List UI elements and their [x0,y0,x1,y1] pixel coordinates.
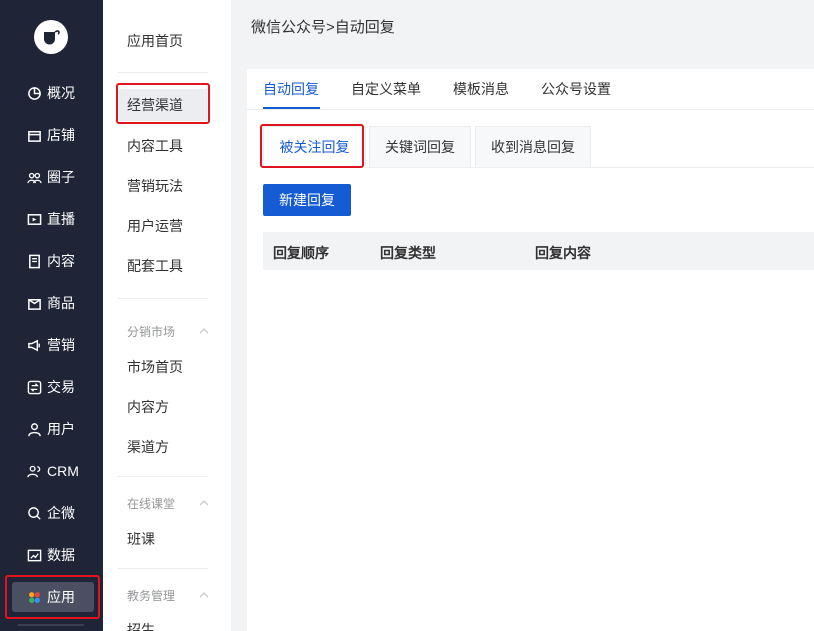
nav-item-label: 应用 [47,589,75,605]
sub-item-marketing-play[interactable]: 营销玩法 [127,176,183,196]
nav-item-label: 商品 [47,295,75,311]
sub-item-market-home[interactable]: 市场首页 [127,357,183,377]
nav-item-label: 数据 [47,547,75,563]
nav-item-label: 店铺 [47,127,75,143]
sub-item-support-tools[interactable]: 配套工具 [127,256,183,276]
group-label: 分销市场 [127,325,176,339]
nav-item-label: 营销 [47,337,75,353]
column-header-content: 回复内容 [535,245,591,261]
sub-divider [118,72,208,73]
chevron-up-icon [199,325,209,339]
megaphone-icon [26,337,42,353]
active-tab-indicator [263,107,320,109]
live-icon [26,211,42,227]
subtab-keyword-reply[interactable]: 关键词回复 [369,126,471,168]
group-edu-admin[interactable]: 教务管理 [127,587,209,604]
breadcrumb: 微信公众号>自动回复 [251,19,395,36]
tab-custom-menu[interactable]: 自定义菜单 [351,79,421,99]
nav-item-label: 用户 [47,421,75,437]
document-icon [26,253,42,269]
sub-item-user-ops[interactable]: 用户运营 [127,216,183,236]
chevron-up-icon [199,497,209,511]
nav-item-label: CRM [47,463,79,479]
chart-pie-icon [26,85,42,101]
sub-divider [118,568,208,569]
nav-item-overview[interactable]: 概况 [12,78,94,108]
nav-item-live[interactable]: 直播 [12,204,94,234]
nav-item-label: 交易 [47,379,75,395]
nav-item-label: 圈子 [47,169,75,185]
group-icon [26,169,42,185]
main-card: 自动回复 自定义菜单 模板消息 公众号设置 被关注回复 关键词回复 收到消息回复… [247,69,814,631]
subtab-message-reply[interactable]: 收到消息回复 [475,126,591,168]
tab-template-message[interactable]: 模板消息 [453,79,509,99]
column-header-type: 回复类型 [380,245,436,261]
apps-icon [26,589,42,605]
nav-item-label: 概况 [47,85,75,101]
wecom-icon [26,505,42,521]
chevron-up-icon [199,589,209,603]
group-online-class[interactable]: 在线课堂 [127,495,209,512]
exchange-icon [26,379,42,395]
sub-item-channels[interactable]: 经营渠道 [119,89,207,121]
nav-divider [18,624,84,626]
sub-item-app-home[interactable]: 应用首页 [127,31,183,51]
tab-account-settings[interactable]: 公众号设置 [541,79,611,99]
nav-item-apps[interactable]: 应用 [12,582,94,612]
reply-type-tabs: 被关注回复 关键词回复 收到消息回复 [263,126,814,168]
sub-item-content-provider[interactable]: 内容方 [127,397,169,417]
cup-logo-icon[interactable] [34,20,68,54]
user-icon [26,421,42,437]
primary-nav: 概况 店铺 圈子 直播 内容 商品 营销 交易 用户 CRM 企微 数据 应用 [0,0,103,631]
crm-icon [26,463,42,479]
nav-item-marketing[interactable]: 营销 [12,330,94,360]
data-icon [26,547,42,563]
sub-item-channel-provider[interactable]: 渠道方 [127,437,169,457]
nav-item-shop[interactable]: 店铺 [12,120,94,150]
group-label: 教务管理 [127,589,176,603]
box-icon [26,295,42,311]
nav-item-label: 直播 [47,211,75,227]
sub-divider [118,476,208,477]
nav-item-label: 内容 [47,253,75,269]
subtab-follow-reply[interactable]: 被关注回复 [263,126,366,168]
nav-item-content[interactable]: 内容 [12,246,94,276]
nav-item-user[interactable]: 用户 [12,414,94,444]
tab-auto-reply[interactable]: 自动回复 [263,79,319,99]
shop-icon [26,127,42,143]
nav-item-data[interactable]: 数据 [12,540,94,570]
group-label: 在线课堂 [127,497,176,511]
sub-item-enrollment[interactable]: 招生 [127,620,155,631]
sub-divider [118,298,208,299]
column-header-order: 回复顺序 [273,245,329,261]
nav-item-label: 企微 [47,505,75,521]
nav-item-goods[interactable]: 商品 [12,288,94,318]
tab-bar: 自动回复 自定义菜单 模板消息 公众号设置 [247,69,814,110]
sub-item-class[interactable]: 班课 [127,529,155,549]
nav-item-circle[interactable]: 圈子 [12,162,94,192]
nav-item-wecom[interactable]: 企微 [12,498,94,528]
group-distribution-market[interactable]: 分销市场 [127,323,209,340]
new-reply-button[interactable]: 新建回复 [263,184,351,216]
table-header: 回复顺序 回复类型 回复内容 [263,232,814,270]
nav-item-crm[interactable]: CRM [12,456,94,486]
sub-item-content-tools[interactable]: 内容工具 [127,136,183,156]
secondary-sidebar: 应用首页 经营渠道 内容工具 营销玩法 用户运营 配套工具 分销市场 市场首页 … [103,0,231,631]
nav-item-trade[interactable]: 交易 [12,372,94,402]
